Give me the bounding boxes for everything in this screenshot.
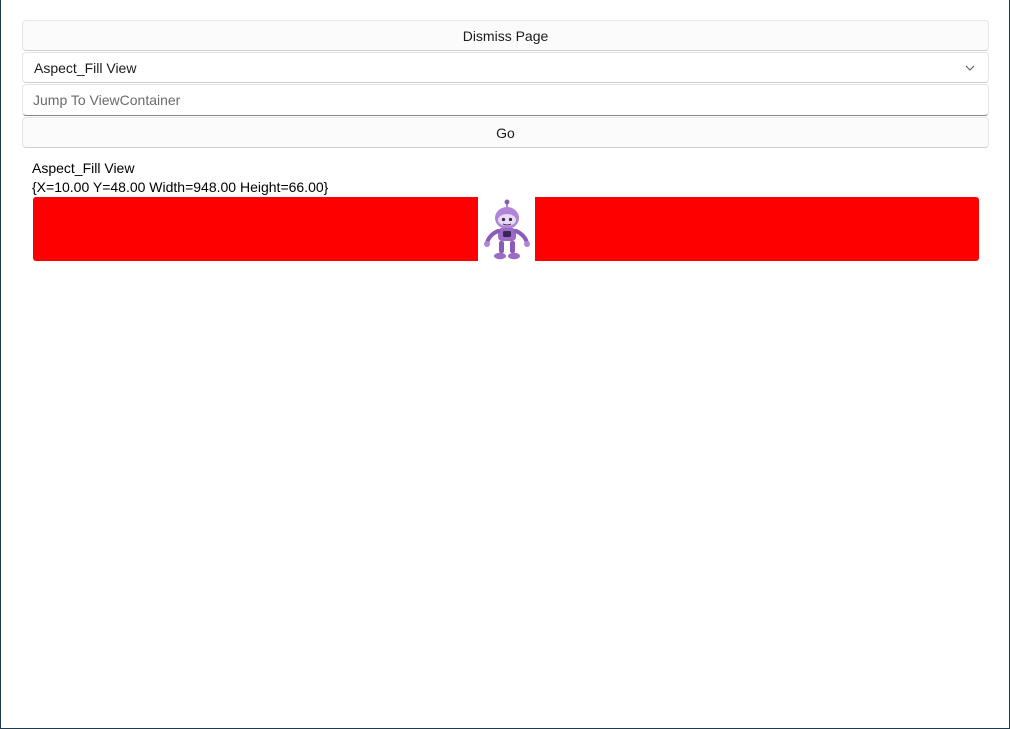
robot-mascot-icon <box>478 197 535 261</box>
go-label: Go <box>496 124 515 141</box>
chevron-down-icon <box>965 65 975 71</box>
jump-to-viewcontainer-input[interactable] <box>22 84 989 116</box>
view-title: Aspect_Fill View <box>32 160 135 176</box>
view-bounds-text: {X=10.00 Y=48.00 Width=948.00 Height=66.… <box>32 179 329 195</box>
dismiss-page-button[interactable]: Dismiss Page <box>22 20 989 51</box>
view-selector-value: Aspect_Fill View <box>34 60 137 76</box>
app-window: Dismiss Page Aspect_Fill View Go Aspect_… <box>0 0 1010 729</box>
view-selector-combobox[interactable]: Aspect_Fill View <box>22 52 989 83</box>
go-button[interactable]: Go <box>22 117 989 148</box>
dismiss-page-label: Dismiss Page <box>462 27 549 44</box>
